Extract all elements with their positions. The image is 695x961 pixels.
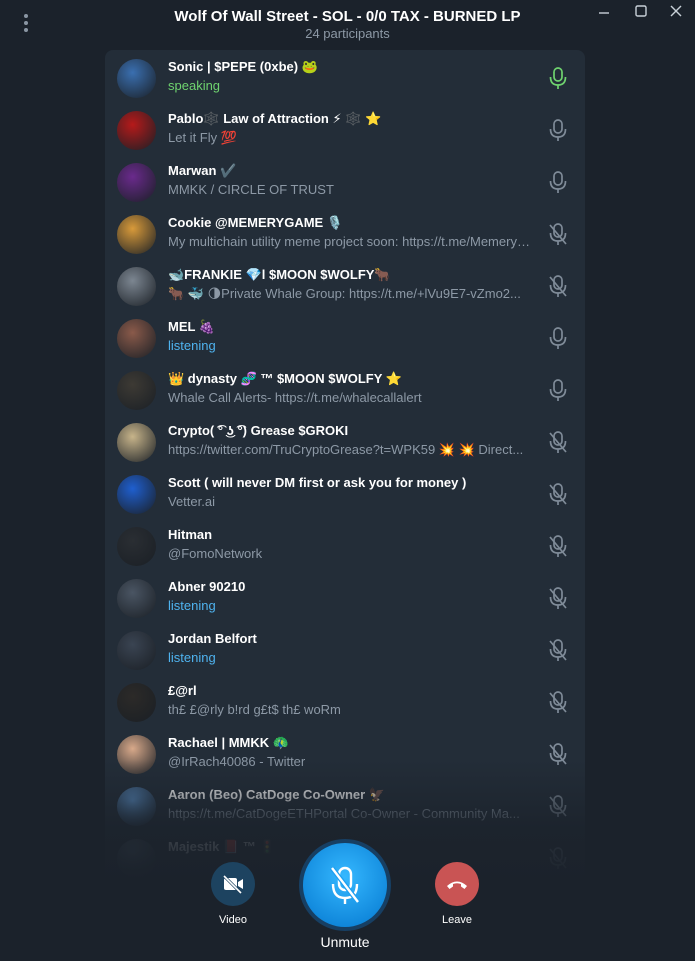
participant-row[interactable]: Marwan ✔️ MMKK / CIRCLE OF TRUST — [105, 156, 585, 208]
participant-status: My multichain utility meme project soon:… — [168, 234, 538, 249]
participant-name: Scott ( will never DM first or ask you f… — [168, 475, 467, 490]
participant-row[interactable]: MEL 🍇 listening — [105, 312, 585, 364]
microphone-icon[interactable] — [547, 170, 569, 194]
participant-name: Aaron (Beo) CatDoge Co-Owner 🦅 — [168, 787, 385, 802]
participant-status: Whale Call Alerts- https://t.me/whalecal… — [168, 390, 422, 405]
phone-hangup-icon — [435, 862, 479, 906]
participant-status: Let it Fly 💯 — [168, 130, 237, 145]
avatar[interactable] — [117, 163, 156, 202]
participant-name: 🐋FRANKIE 💎l $MOON $WOLFY🐂 — [168, 267, 391, 282]
microphone-icon[interactable] — [547, 378, 569, 402]
avatar[interactable] — [117, 475, 156, 514]
participant-status: 🐂 🐳 🌗Private Whale Group: https://t.me/+… — [168, 286, 521, 301]
microphone-muted-icon — [299, 839, 391, 931]
participant-name: Hitman — [168, 527, 213, 542]
participant-status: MMKK / CIRCLE OF TRUST — [168, 182, 334, 197]
participant-row[interactable]: £@rl th£ £@rly b!rd g£t$ th£ woRm — [105, 676, 585, 728]
maximize-icon[interactable] — [629, 2, 653, 20]
participant-status: th£ £@rly b!rd g£t$ th£ woRm — [168, 702, 341, 717]
participant-row[interactable]: Abner 90210 listening — [105, 572, 585, 624]
participant-status: @IrRach40086 - Twitter — [168, 754, 306, 769]
avatar[interactable] — [117, 215, 156, 254]
avatar[interactable] — [117, 787, 156, 826]
participant-status: https://t.me/CatDogeETHPortal Co-Owner -… — [168, 806, 520, 821]
microphone-muted-icon[interactable] — [547, 222, 569, 246]
microphone-muted-icon[interactable] — [547, 742, 569, 766]
microphone-icon[interactable] — [547, 66, 569, 90]
participant-name: Pablo🕸️ Law of Attraction ⚡ 🕸️ ⭐ — [168, 111, 382, 126]
participant-status: @FomoNetwork — [168, 546, 263, 561]
avatar[interactable] — [117, 839, 156, 878]
participant-row[interactable]: 👑 dynasty 🧬 ™ $MOON $WOLFY ⭐ Whale Call A… — [105, 364, 585, 416]
microphone-muted-icon[interactable] — [547, 638, 569, 662]
avatar[interactable] — [117, 683, 156, 722]
avatar[interactable] — [117, 319, 156, 358]
participant-row[interactable]: 🐋FRANKIE 💎l $MOON $WOLFY🐂 🐂 🐳 🌗Private Wh… — [105, 260, 585, 312]
avatar[interactable] — [117, 59, 156, 98]
unmute-button[interactable] — [298, 838, 392, 932]
participant-row[interactable]: Aaron (Beo) CatDoge Co-Owner 🦅 https://t.… — [105, 780, 585, 832]
participant-status: listening — [168, 650, 216, 665]
leave-button[interactable] — [435, 862, 479, 906]
avatar[interactable] — [117, 267, 156, 306]
participant-name: 👑 dynasty 🧬 ™ $MOON $WOLFY ⭐ — [168, 371, 402, 386]
microphone-muted-icon[interactable] — [547, 846, 569, 870]
close-icon[interactable] — [664, 2, 688, 20]
microphone-muted-icon[interactable] — [547, 586, 569, 610]
participant-name: £@rl — [168, 683, 197, 698]
participants-list[interactable]: Sonic | $PEPE (0xbe) 🐸 speaking Pablo🕸️ La… — [105, 50, 585, 885]
participant-name: Rachael | MMKK 🦚 — [168, 735, 289, 750]
participant-status: speaking — [168, 78, 221, 93]
microphone-muted-icon[interactable] — [547, 482, 569, 506]
video-button[interactable] — [211, 862, 255, 906]
leave-label: Leave — [442, 914, 472, 926]
participant-name: MEL 🍇 — [168, 319, 216, 334]
participant-status: listening — [168, 338, 216, 353]
title-bar: Wolf Of Wall Street - SOL - 0/0 TAX - BU… — [0, 0, 695, 46]
participant-status: Vetter.ai — [168, 494, 215, 509]
video-off-icon — [211, 862, 255, 906]
avatar[interactable] — [117, 735, 156, 774]
participant-row[interactable]: Crypto( ͡° ͜ʖ ͡°) Grease $GROKI https://t… — [105, 416, 585, 468]
participant-name: Crypto( ͡° ͜ʖ ͡°) Grease $GROKI — [168, 423, 349, 438]
chat-title: Wolf Of Wall Street - SOL - 0/0 TAX - BU… — [174, 8, 521, 25]
participant-status: https://twitter.com/TruCryptoGrease?t=WP… — [168, 442, 524, 457]
minimize-icon[interactable] — [592, 2, 616, 20]
participant-name: Sonic | $PEPE (0xbe) 🐸 — [168, 59, 318, 74]
avatar[interactable] — [117, 111, 156, 150]
participant-name: Marwan ✔️ — [168, 163, 237, 178]
microphone-muted-icon[interactable] — [547, 430, 569, 454]
participant-row[interactable]: Scott ( will never DM first or ask you f… — [105, 468, 585, 520]
microphone-muted-icon[interactable] — [547, 794, 569, 818]
participant-row[interactable]: Sonic | $PEPE (0xbe) 🐸 speaking — [105, 52, 585, 104]
participant-name: Jordan Belfort — [168, 631, 257, 646]
avatar[interactable] — [117, 423, 156, 462]
participant-name: Cookie @MEMERYGAME 🎙️ — [168, 215, 344, 230]
participant-count: 24 participants — [305, 26, 390, 41]
participant-status: listening — [168, 598, 216, 613]
participant-row[interactable]: Rachael | MMKK 🦚 @IrRach40086 - Twitter — [105, 728, 585, 780]
participant-row[interactable]: Cookie @MEMERYGAME 🎙️ My multichain utili… — [105, 208, 585, 260]
microphone-icon[interactable] — [547, 326, 569, 350]
video-label: Video — [219, 914, 247, 926]
unmute-label: Unmute — [320, 934, 370, 950]
microphone-icon[interactable] — [547, 118, 569, 142]
microphone-muted-icon[interactable] — [547, 274, 569, 298]
participant-row[interactable]: Pablo🕸️ Law of Attraction ⚡ 🕸️ ⭐ Let it F… — [105, 104, 585, 156]
avatar[interactable] — [117, 371, 156, 410]
avatar[interactable] — [117, 527, 156, 566]
participant-name: Abner 90210 — [168, 579, 246, 594]
participant-row[interactable]: Jordan Belfort listening — [105, 624, 585, 676]
avatar[interactable] — [117, 631, 156, 670]
microphone-muted-icon[interactable] — [547, 534, 569, 558]
avatar[interactable] — [117, 579, 156, 618]
microphone-muted-icon[interactable] — [547, 690, 569, 714]
participant-row[interactable]: Hitman @FomoNetwork — [105, 520, 585, 572]
